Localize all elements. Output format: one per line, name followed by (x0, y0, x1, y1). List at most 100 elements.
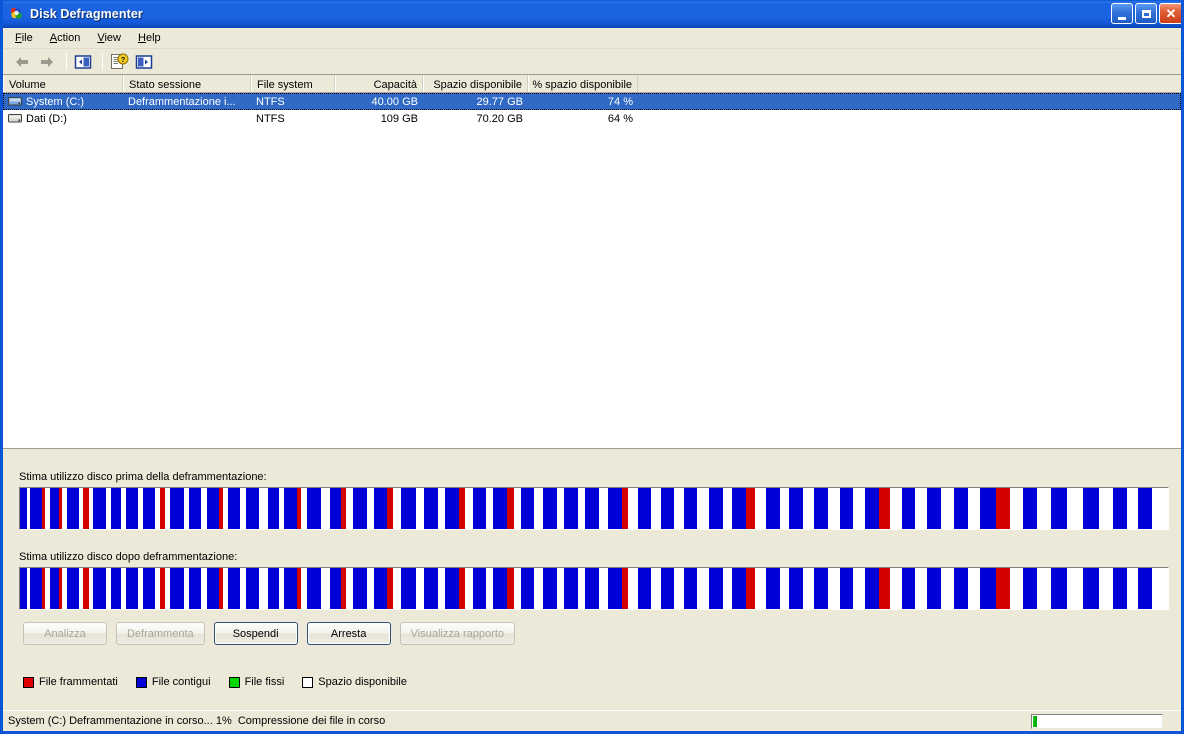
column-header-1[interactable]: Stato sessione (123, 75, 251, 92)
after-band (1126, 568, 1139, 609)
before-band (637, 488, 652, 529)
disk-map-legend: File frammentati File contigui File fissi S… (23, 676, 407, 688)
after-band (722, 568, 732, 609)
after-band (577, 568, 585, 609)
after-band (1023, 568, 1038, 609)
before-band (125, 488, 139, 529)
before-band (1151, 488, 1168, 529)
after-band (93, 568, 107, 609)
before-band (915, 488, 927, 529)
after-band (543, 568, 558, 609)
after-band (170, 568, 185, 609)
after-disk-map (19, 567, 1169, 610)
before-band (207, 488, 219, 529)
menu-label-view: iew (104, 32, 121, 44)
show-action-pane-button[interactable] (133, 51, 155, 72)
table-row[interactable]: Dati (D:) NTFS 109 GB 70.20 GB 64 % (3, 110, 1181, 127)
menu-item-view[interactable]: View (89, 29, 130, 47)
cell-file_system: NTFS (251, 93, 335, 110)
before-band (110, 488, 122, 529)
before-band (366, 488, 374, 529)
after-band (789, 568, 803, 609)
before-band (878, 488, 891, 529)
volume-list-body[interactable]: System (C:) Deframmentazione i... NTFS 40.0… (3, 93, 1181, 127)
before-band (577, 488, 585, 529)
before-band (766, 488, 780, 529)
after-band (651, 568, 661, 609)
column-header-5[interactable]: % spazio disponibile (528, 75, 638, 92)
legend-item: File fissi (228, 676, 284, 688)
after-band (1099, 568, 1113, 609)
after-band (839, 568, 854, 609)
defrag-progress-fill (1033, 716, 1037, 727)
legend-item: File frammentati (23, 676, 118, 688)
before-band (853, 488, 865, 529)
minimize-button[interactable] (1111, 3, 1133, 24)
menu-item-file[interactable]: File (7, 29, 42, 47)
cell-free_space: 29.77 GB (423, 93, 528, 110)
column-header-label: Volume (9, 78, 46, 91)
after-band (373, 568, 388, 609)
cell-capacity: 40.00 GB (335, 93, 423, 110)
before-band (901, 488, 916, 529)
before-band (307, 488, 321, 529)
before-band (660, 488, 675, 529)
after-band (683, 568, 698, 609)
toolbar-separator-2 (102, 53, 103, 70)
before-band (267, 488, 280, 529)
before-band (708, 488, 723, 529)
after-band (814, 568, 829, 609)
back-icon (16, 56, 28, 67)
close-button[interactable]: ✕ (1159, 3, 1181, 24)
after-band (416, 568, 425, 609)
menu-item-help[interactable]: Help (130, 29, 170, 47)
after-band (557, 568, 565, 609)
back-button[interactable] (11, 51, 33, 72)
cell-text: NTFS (256, 112, 285, 125)
before-band (651, 488, 661, 529)
maximize-button[interactable] (1135, 3, 1157, 24)
column-header-2[interactable]: File system (251, 75, 335, 92)
before-band (940, 488, 955, 529)
button-analizza: Analizza (23, 622, 107, 645)
after-band (954, 568, 969, 609)
title-bar[interactable]: Disk Defragmenter ✕ (3, 0, 1181, 28)
before-band (621, 488, 629, 529)
forward-button[interactable] (36, 51, 58, 72)
column-header-0[interactable]: Volume (3, 75, 123, 92)
disk-defragmenter-window: Disk Defragmenter ✕ File Action View Hel… (0, 0, 1184, 734)
cell-capacity: 109 GB (335, 110, 423, 127)
before-map-label: Stima utilizzo disco prima della deframm… (19, 471, 267, 483)
cell-text: 109 GB (380, 112, 418, 125)
show-console-tree-button[interactable] (72, 51, 94, 72)
after-band (142, 568, 156, 609)
before-band (1009, 488, 1024, 529)
table-row[interactable]: System (C:) Deframmentazione i... NTFS 40.0… (3, 93, 1181, 110)
menu-item-action[interactable]: Action (42, 29, 90, 47)
column-header-4[interactable]: Spazio disponibile (423, 75, 528, 92)
cell-session_state (123, 110, 251, 127)
column-header-3[interactable]: Capacità (335, 75, 423, 92)
help-button[interactable]: ? (108, 51, 130, 72)
legend-swatch (135, 676, 147, 688)
button-sospendi[interactable]: Sospendi (213, 622, 298, 645)
button-label: Sospendi (232, 627, 279, 640)
after-band (766, 568, 780, 609)
after-band (329, 568, 342, 609)
button-arresta[interactable]: Arresta (306, 622, 391, 645)
action-button-row: Analizza Deframmenta Sospendi Arresta Visual… (23, 622, 515, 645)
before-band (506, 488, 514, 529)
before-band (458, 488, 466, 529)
show-console-tree-icon (74, 54, 92, 69)
after-band (1066, 568, 1084, 609)
cell-text: System (C:) (26, 95, 85, 108)
cell-free_percent: 64 % (528, 110, 638, 127)
before-band (465, 488, 474, 529)
after-band (697, 568, 709, 609)
before-band (968, 488, 980, 529)
after-band (995, 568, 1010, 609)
after-band (346, 568, 353, 609)
after-band (67, 568, 79, 609)
volume-list-header: Volume Stato sessione File system Capacità S… (3, 75, 1181, 93)
menu-label-action: ction (57, 32, 81, 44)
